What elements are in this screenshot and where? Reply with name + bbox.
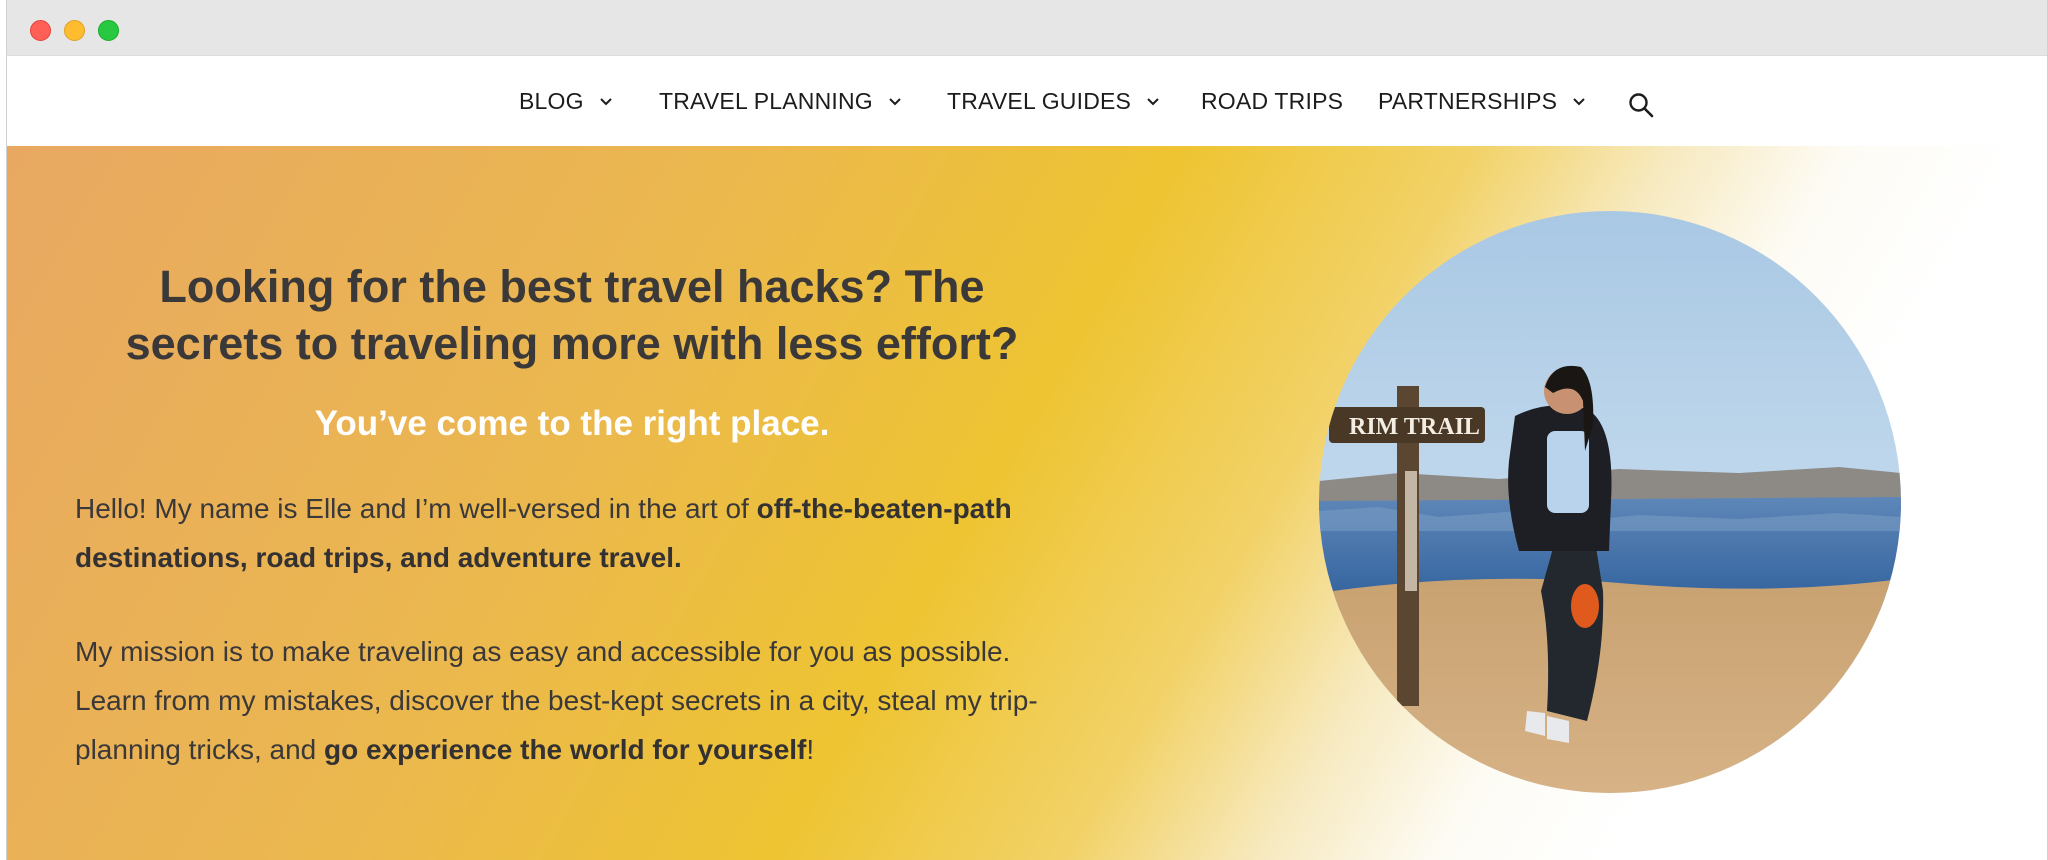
browser-window: BLOG TRAVEL PLANNING TRAVEL GUIDES ROAD … bbox=[6, 0, 2048, 860]
nav-item-label: PARTNERSHIPS bbox=[1378, 87, 1558, 114]
nav-item-partnerships[interactable]: PARTNERSHIPS bbox=[1378, 56, 1587, 146]
rim-trail-sign-text: RIM TRAIL bbox=[1349, 414, 1480, 440]
nav-item-label: TRAVEL GUIDES bbox=[947, 87, 1132, 114]
chevron-down-icon bbox=[889, 98, 901, 106]
person-shirt-shape bbox=[1547, 431, 1589, 513]
chevron-down-icon bbox=[600, 98, 612, 106]
mission-paragraph: My mission is to make traveling as easy … bbox=[75, 627, 1085, 774]
main-navigation: BLOG TRAVEL PLANNING TRAVEL GUIDES ROAD … bbox=[7, 56, 2047, 146]
nav-item-travel-guides[interactable]: TRAVEL GUIDES bbox=[947, 56, 1161, 146]
intro-paragraph: Hello! My name is Elle and I’m well-vers… bbox=[75, 484, 1085, 582]
chevron-down-icon bbox=[1147, 98, 1159, 106]
nav-item-label: BLOG bbox=[519, 87, 584, 114]
nav-item-blog[interactable]: BLOG bbox=[519, 56, 614, 146]
nav-item-road-trips[interactable]: ROAD TRIPS bbox=[1201, 56, 1343, 146]
orange-cap-shape bbox=[1571, 584, 1599, 628]
intro-text: Hello! My name is Elle and I’m well-vers… bbox=[75, 493, 757, 524]
hero-section: Looking for the best travel hacks? The s… bbox=[7, 146, 2047, 860]
close-window-button[interactable] bbox=[30, 20, 51, 41]
hero-headline: Looking for the best travel hacks? The s… bbox=[67, 258, 1077, 372]
author-photo: RIM TRAIL bbox=[1319, 211, 1901, 793]
headline-line-2: secrets to traveling more with less effo… bbox=[125, 318, 1019, 369]
mission-bold-text: go experience the world for yourself bbox=[324, 734, 807, 765]
minimize-window-button[interactable] bbox=[64, 20, 85, 41]
search-icon[interactable] bbox=[1627, 91, 1655, 119]
nav-item-travel-planning[interactable]: TRAVEL PLANNING bbox=[659, 56, 903, 146]
headline-line-1: Looking for the best travel hacks? The bbox=[159, 261, 985, 312]
nav-item-label: ROAD TRIPS bbox=[1201, 87, 1344, 114]
chevron-down-icon bbox=[1573, 98, 1585, 106]
mission-suffix: ! bbox=[806, 734, 815, 765]
author-photo-image: RIM TRAIL bbox=[1319, 211, 1901, 793]
maximize-window-button[interactable] bbox=[98, 20, 119, 41]
sign-post-markers-shape bbox=[1405, 471, 1417, 591]
hero-subheadline: You’ve come to the right place. bbox=[314, 404, 830, 443]
nav-item-label: TRAVEL PLANNING bbox=[659, 87, 873, 114]
window-titlebar bbox=[7, 0, 2047, 56]
